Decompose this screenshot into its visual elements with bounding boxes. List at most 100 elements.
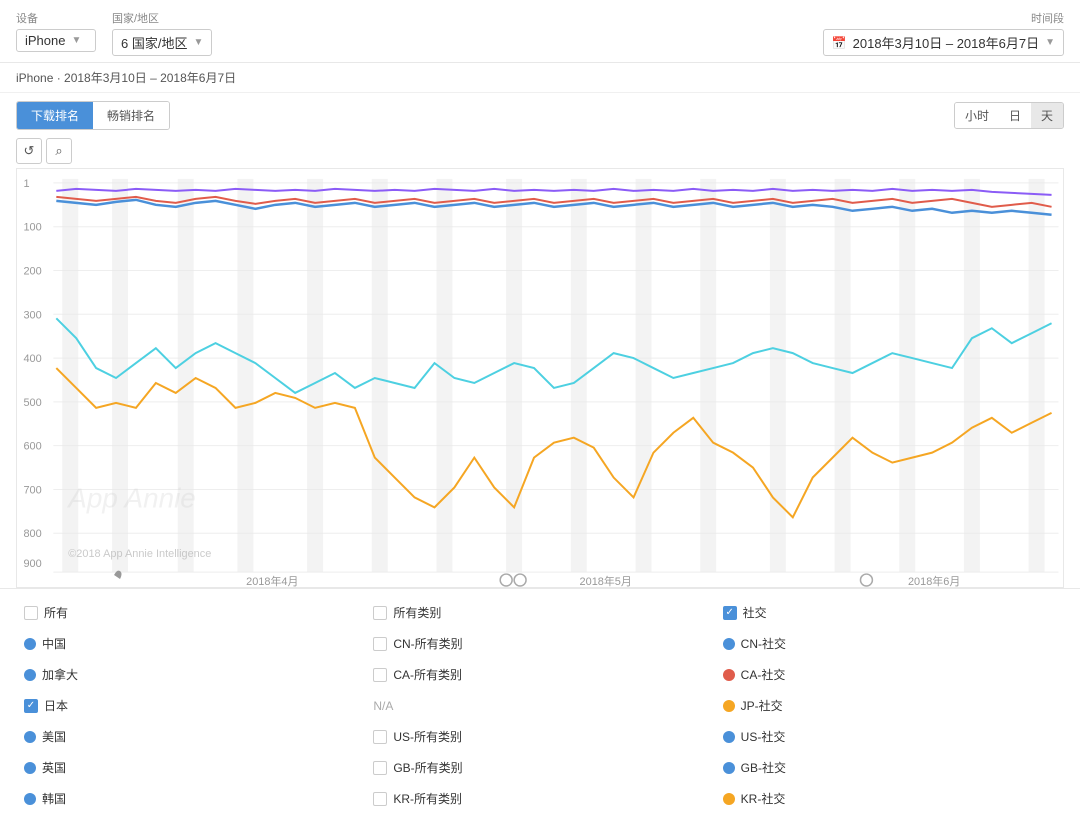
legend-kr-all[interactable]: KR-所有类别 (365, 785, 714, 812)
time-hour[interactable]: 小时 (955, 103, 999, 128)
legend-label-cn-social: CN-社交 (741, 635, 786, 652)
legend-dot-ca-social (723, 669, 735, 681)
legend-gb-social[interactable]: GB-社交 (715, 754, 1064, 781)
legend-label-kr-social: KR-社交 (741, 790, 786, 807)
legend-label-us-all: US-所有类别 (393, 728, 462, 745)
legend-label-gb-all: GB-所有类别 (393, 759, 462, 776)
legend-cn-social[interactable]: CN-社交 (715, 630, 1064, 657)
legend-na: N/A (365, 692, 714, 719)
svg-text:900: 900 (23, 558, 41, 570)
reset-button[interactable]: ↺ (16, 138, 42, 164)
svg-text:100: 100 (23, 222, 41, 234)
legend-cn-all[interactable]: CN-所有类别 (365, 630, 714, 657)
legend-label-canada: 加拿大 (42, 666, 78, 683)
subtitle: iPhone · 2018年3月10日 – 2018年6月7日 (0, 63, 1080, 93)
svg-text:1: 1 (23, 178, 29, 190)
legend-dot-canada (24, 669, 36, 681)
legend-dot-korea (24, 793, 36, 805)
legend-china[interactable]: 中国 (16, 630, 365, 657)
legend-label-china: 中国 (42, 635, 66, 652)
time-day[interactable]: 天 (1031, 103, 1063, 128)
top-left-filters: 设备 iPhone ▼ 国家/地区 6 国家/地区 ▼ (16, 10, 212, 56)
legend-ca-social[interactable]: CA-社交 (715, 661, 1064, 688)
legend-section: 所有 所有类别 社交 中国 CN-所有类别 CN-社交 加拿大 (0, 588, 1080, 818)
legend-all[interactable]: 所有 (16, 599, 365, 626)
chart-tabs: 下载排名 畅销排名 (16, 101, 170, 130)
legend-checkbox-all-cat (373, 606, 387, 620)
tab-download[interactable]: 下载排名 (17, 102, 93, 129)
svg-text:©2018 App Annie Intelligence: ©2018 App Annie Intelligence (68, 548, 211, 560)
chart-controls: ↺ ⌕ (0, 138, 1080, 168)
legend-jp-social[interactable]: JP-社交 (715, 692, 1064, 719)
chart-svg: 1 100 200 300 400 500 600 700 800 900 (17, 169, 1063, 587)
legend-us-social[interactable]: US-社交 (715, 723, 1064, 750)
legend-grid: 所有 所有类别 社交 中国 CN-所有类别 CN-社交 加拿大 (16, 599, 1064, 812)
device-label: 设备 (16, 10, 96, 26)
legend-label-gb-social: GB-社交 (741, 759, 786, 776)
chart-container: 1 100 200 300 400 500 600 700 800 900 (16, 168, 1064, 588)
svg-text:300: 300 (23, 309, 41, 321)
svg-text:2018年6月: 2018年6月 (908, 574, 960, 587)
legend-checkbox-ca-all (373, 668, 387, 682)
time-select[interactable]: 📅 2018年3月10日 – 2018年6月7日 ▼ (823, 29, 1064, 56)
svg-text:500: 500 (23, 397, 41, 409)
legend-dot-us-social (723, 731, 735, 743)
svg-text:800: 800 (23, 528, 41, 540)
device-filter-group: 设备 iPhone ▼ (16, 10, 96, 52)
legend-checkbox-cn-all (373, 637, 387, 651)
legend-label-usa: 美国 (42, 728, 66, 745)
svg-text:700: 700 (23, 484, 41, 496)
legend-label-us-social: US-社交 (741, 728, 786, 745)
legend-label-ca-all: CA-所有类别 (393, 666, 462, 683)
legend-all-cat[interactable]: 所有类别 (365, 599, 714, 626)
legend-label-japan: 日本 (44, 697, 68, 714)
legend-checkbox-all (24, 606, 38, 620)
legend-korea[interactable]: 韩国 (16, 785, 365, 812)
legend-ca-all[interactable]: CA-所有类别 (365, 661, 714, 688)
legend-na-text: N/A (373, 699, 393, 713)
legend-us-all[interactable]: US-所有类别 (365, 723, 714, 750)
chart-toolbar: 下载排名 畅销排名 小时 日 天 (0, 93, 1080, 138)
legend-gb-all[interactable]: GB-所有类别 (365, 754, 714, 781)
region-select[interactable]: 6 国家/地区 ▼ (112, 29, 212, 56)
svg-text:2018年5月: 2018年5月 (580, 574, 632, 587)
legend-checkbox-gb-all (373, 761, 387, 775)
legend-label-korea: 韩国 (42, 790, 66, 807)
region-value: 6 国家/地区 (121, 33, 187, 52)
svg-text:2018年4月: 2018年4月 (246, 574, 298, 587)
calendar-icon: 📅 (832, 36, 847, 50)
time-label: 时间段 (1031, 10, 1064, 26)
legend-uk[interactable]: 英国 (16, 754, 365, 781)
top-bar: 设备 iPhone ▼ 国家/地区 6 国家/地区 ▼ 时间段 📅 2018年3… (0, 0, 1080, 63)
top-right-filters: 时间段 📅 2018年3月10日 – 2018年6月7日 ▼ (823, 10, 1064, 56)
legend-label-ca-social: CA-社交 (741, 666, 786, 683)
legend-label-cn-all: CN-所有类别 (393, 635, 462, 652)
legend-label-all-cat: 所有类别 (393, 604, 441, 621)
legend-checkbox-social (723, 606, 737, 620)
legend-dot-cn-social (723, 638, 735, 650)
legend-kr-social[interactable]: KR-社交 (715, 785, 1064, 812)
legend-dot-uk (24, 762, 36, 774)
tab-revenue[interactable]: 畅销排名 (93, 102, 169, 129)
legend-dot-gb-social (723, 762, 735, 774)
time-arrow-icon: ▼ (1045, 37, 1055, 48)
time-value: 2018年3月10日 – 2018年6月7日 (853, 33, 1039, 52)
time-day-num[interactable]: 日 (999, 103, 1031, 128)
device-arrow-icon: ▼ (71, 35, 81, 46)
legend-dot-jp-social (723, 700, 735, 712)
device-value: iPhone (25, 33, 65, 48)
svg-text:App Annie: App Annie (66, 482, 196, 513)
legend-checkbox-kr-all (373, 792, 387, 806)
legend-label-jp-social: JP-社交 (741, 697, 783, 714)
svg-text:600: 600 (23, 441, 41, 453)
legend-label-uk: 英国 (42, 759, 66, 776)
legend-social[interactable]: 社交 (715, 599, 1064, 626)
region-label: 国家/地区 (112, 10, 212, 26)
legend-canada[interactable]: 加拿大 (16, 661, 365, 688)
legend-dot-usa (24, 731, 36, 743)
device-select[interactable]: iPhone ▼ (16, 29, 96, 52)
legend-usa[interactable]: 美国 (16, 723, 365, 750)
zoom-button[interactable]: ⌕ (46, 138, 72, 164)
legend-checkbox-japan (24, 699, 38, 713)
legend-japan[interactable]: 日本 (16, 692, 365, 719)
